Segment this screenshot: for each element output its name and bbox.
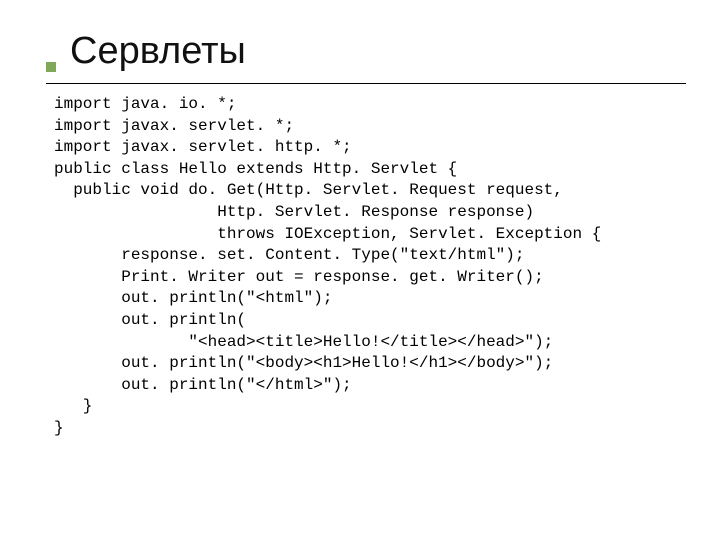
- code-block: import java. io. *; import javax. servle…: [54, 94, 670, 440]
- accent-square-icon: [46, 62, 56, 72]
- slide-title: Сервлеты: [70, 30, 670, 73]
- slide: Сервлеты import java. io. *; import java…: [0, 0, 720, 540]
- divider: [46, 83, 686, 84]
- title-block: Сервлеты: [70, 30, 670, 73]
